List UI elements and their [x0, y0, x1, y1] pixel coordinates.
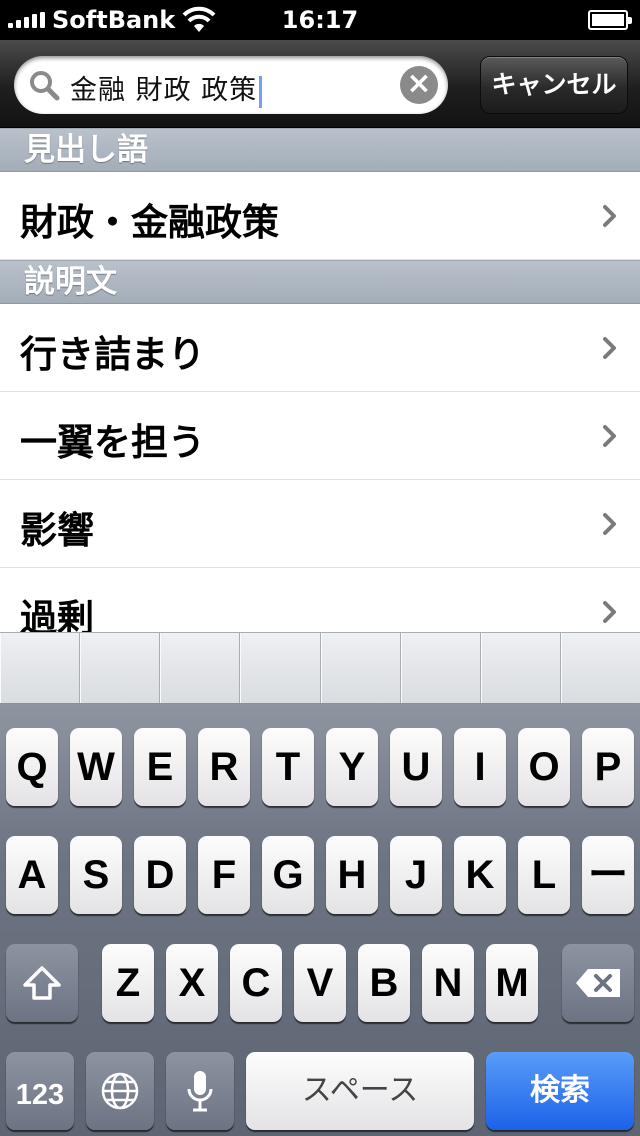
microphone-icon [187, 1071, 213, 1112]
list-item-label: 行き詰まり [20, 333, 205, 376]
globe-icon [101, 1072, 139, 1110]
search-query-text: 金融 財政 政策 [70, 68, 263, 108]
status-bar: SoftBank 16:17 [0, 0, 640, 40]
search-icon [30, 71, 60, 101]
key-o[interactable]: O [518, 728, 570, 806]
list-item-label: 一翼を担う [20, 421, 205, 464]
key-q[interactable]: Q [6, 728, 58, 806]
key-x[interactable]: X [166, 944, 218, 1022]
battery-icon [588, 10, 632, 30]
key-r[interactable]: R [198, 728, 250, 806]
key-k[interactable]: K [454, 836, 506, 914]
candidate-cell[interactable] [480, 633, 561, 703]
dictation-key[interactable] [166, 1052, 234, 1130]
key-g[interactable]: G [262, 836, 314, 914]
backspace-icon [576, 969, 620, 997]
key-z[interactable]: Z [102, 944, 154, 1022]
candidate-cell[interactable] [160, 633, 241, 703]
key-i[interactable]: I [454, 728, 506, 806]
key-e[interactable]: E [134, 728, 186, 806]
key-u[interactable]: U [390, 728, 442, 806]
search-bar: 金融 財政 政策 × キャンセル [0, 40, 640, 128]
key-t[interactable]: T [262, 728, 314, 806]
clear-search-icon[interactable]: × [400, 66, 438, 104]
list-item[interactable]: 財政・金融政策 [0, 172, 640, 260]
chevron-right-icon [603, 513, 616, 535]
key-n[interactable]: N [422, 944, 474, 1022]
cancel-button[interactable]: キャンセル [480, 56, 628, 114]
candidate-cell[interactable] [80, 633, 161, 703]
numbers-key-label: 123 [15, 1079, 65, 1111]
search-key[interactable]: 検索 [486, 1052, 634, 1130]
key-long-vowel[interactable]: ー [582, 836, 634, 914]
key-v[interactable]: V [294, 944, 346, 1022]
list-item-label: 財政・金融政策 [20, 201, 279, 244]
list-item-label: 過剰 [20, 597, 94, 632]
key-y[interactable]: Y [326, 728, 378, 806]
search-input[interactable]: 金融 財政 政策 × [14, 56, 448, 114]
key-w[interactable]: W [70, 728, 122, 806]
key-h[interactable]: H [326, 836, 378, 914]
space-key[interactable]: スペース [246, 1052, 474, 1130]
candidate-cell[interactable] [240, 633, 321, 703]
key-j[interactable]: J [390, 836, 442, 914]
section-header-headwords: 見出し語 [0, 128, 640, 172]
conversion-candidate-bar [0, 632, 640, 704]
key-s[interactable]: S [70, 836, 122, 914]
candidate-cell[interactable] [0, 633, 81, 703]
shift-key[interactable] [6, 944, 78, 1022]
search-results-list: 見出し語 財政・金融政策 説明文 行き詰まり 一翼を担う 影響 過剰 [0, 128, 640, 632]
key-l[interactable]: L [518, 836, 570, 914]
numbers-key[interactable]: 123 [6, 1052, 74, 1130]
list-item-label: 影響 [20, 509, 94, 552]
list-item[interactable]: 過剰 [0, 568, 640, 632]
key-d[interactable]: D [134, 836, 186, 914]
chevron-right-icon [603, 205, 616, 227]
status-time: 16:17 [281, 6, 359, 34]
list-item[interactable]: 行き詰まり [0, 304, 640, 392]
key-p[interactable]: P [582, 728, 634, 806]
key-f[interactable]: F [198, 836, 250, 914]
search-query-value: 金融 財政 政策 [70, 75, 258, 106]
text-caret [259, 75, 263, 108]
candidate-cell[interactable] [400, 633, 481, 703]
key-a[interactable]: A [6, 836, 58, 914]
candidate-cell[interactable] [320, 633, 401, 703]
list-item[interactable]: 影響 [0, 480, 640, 568]
key-b[interactable]: B [358, 944, 410, 1022]
globe-key[interactable] [86, 1052, 154, 1130]
key-m[interactable]: M [486, 944, 538, 1022]
chevron-right-icon [603, 425, 616, 447]
list-item[interactable]: 一翼を担う [0, 392, 640, 480]
candidate-cell[interactable] [560, 633, 640, 703]
shift-arrow-icon [23, 966, 61, 1000]
key-c[interactable]: C [230, 944, 282, 1022]
keyboard: Q W E R T Y U I O P A S D F G H J K L ー … [0, 704, 640, 1136]
section-header-descriptions: 説明文 [0, 260, 640, 304]
chevron-right-icon [603, 337, 616, 359]
delete-key[interactable] [562, 944, 634, 1022]
chevron-right-icon [603, 601, 616, 623]
